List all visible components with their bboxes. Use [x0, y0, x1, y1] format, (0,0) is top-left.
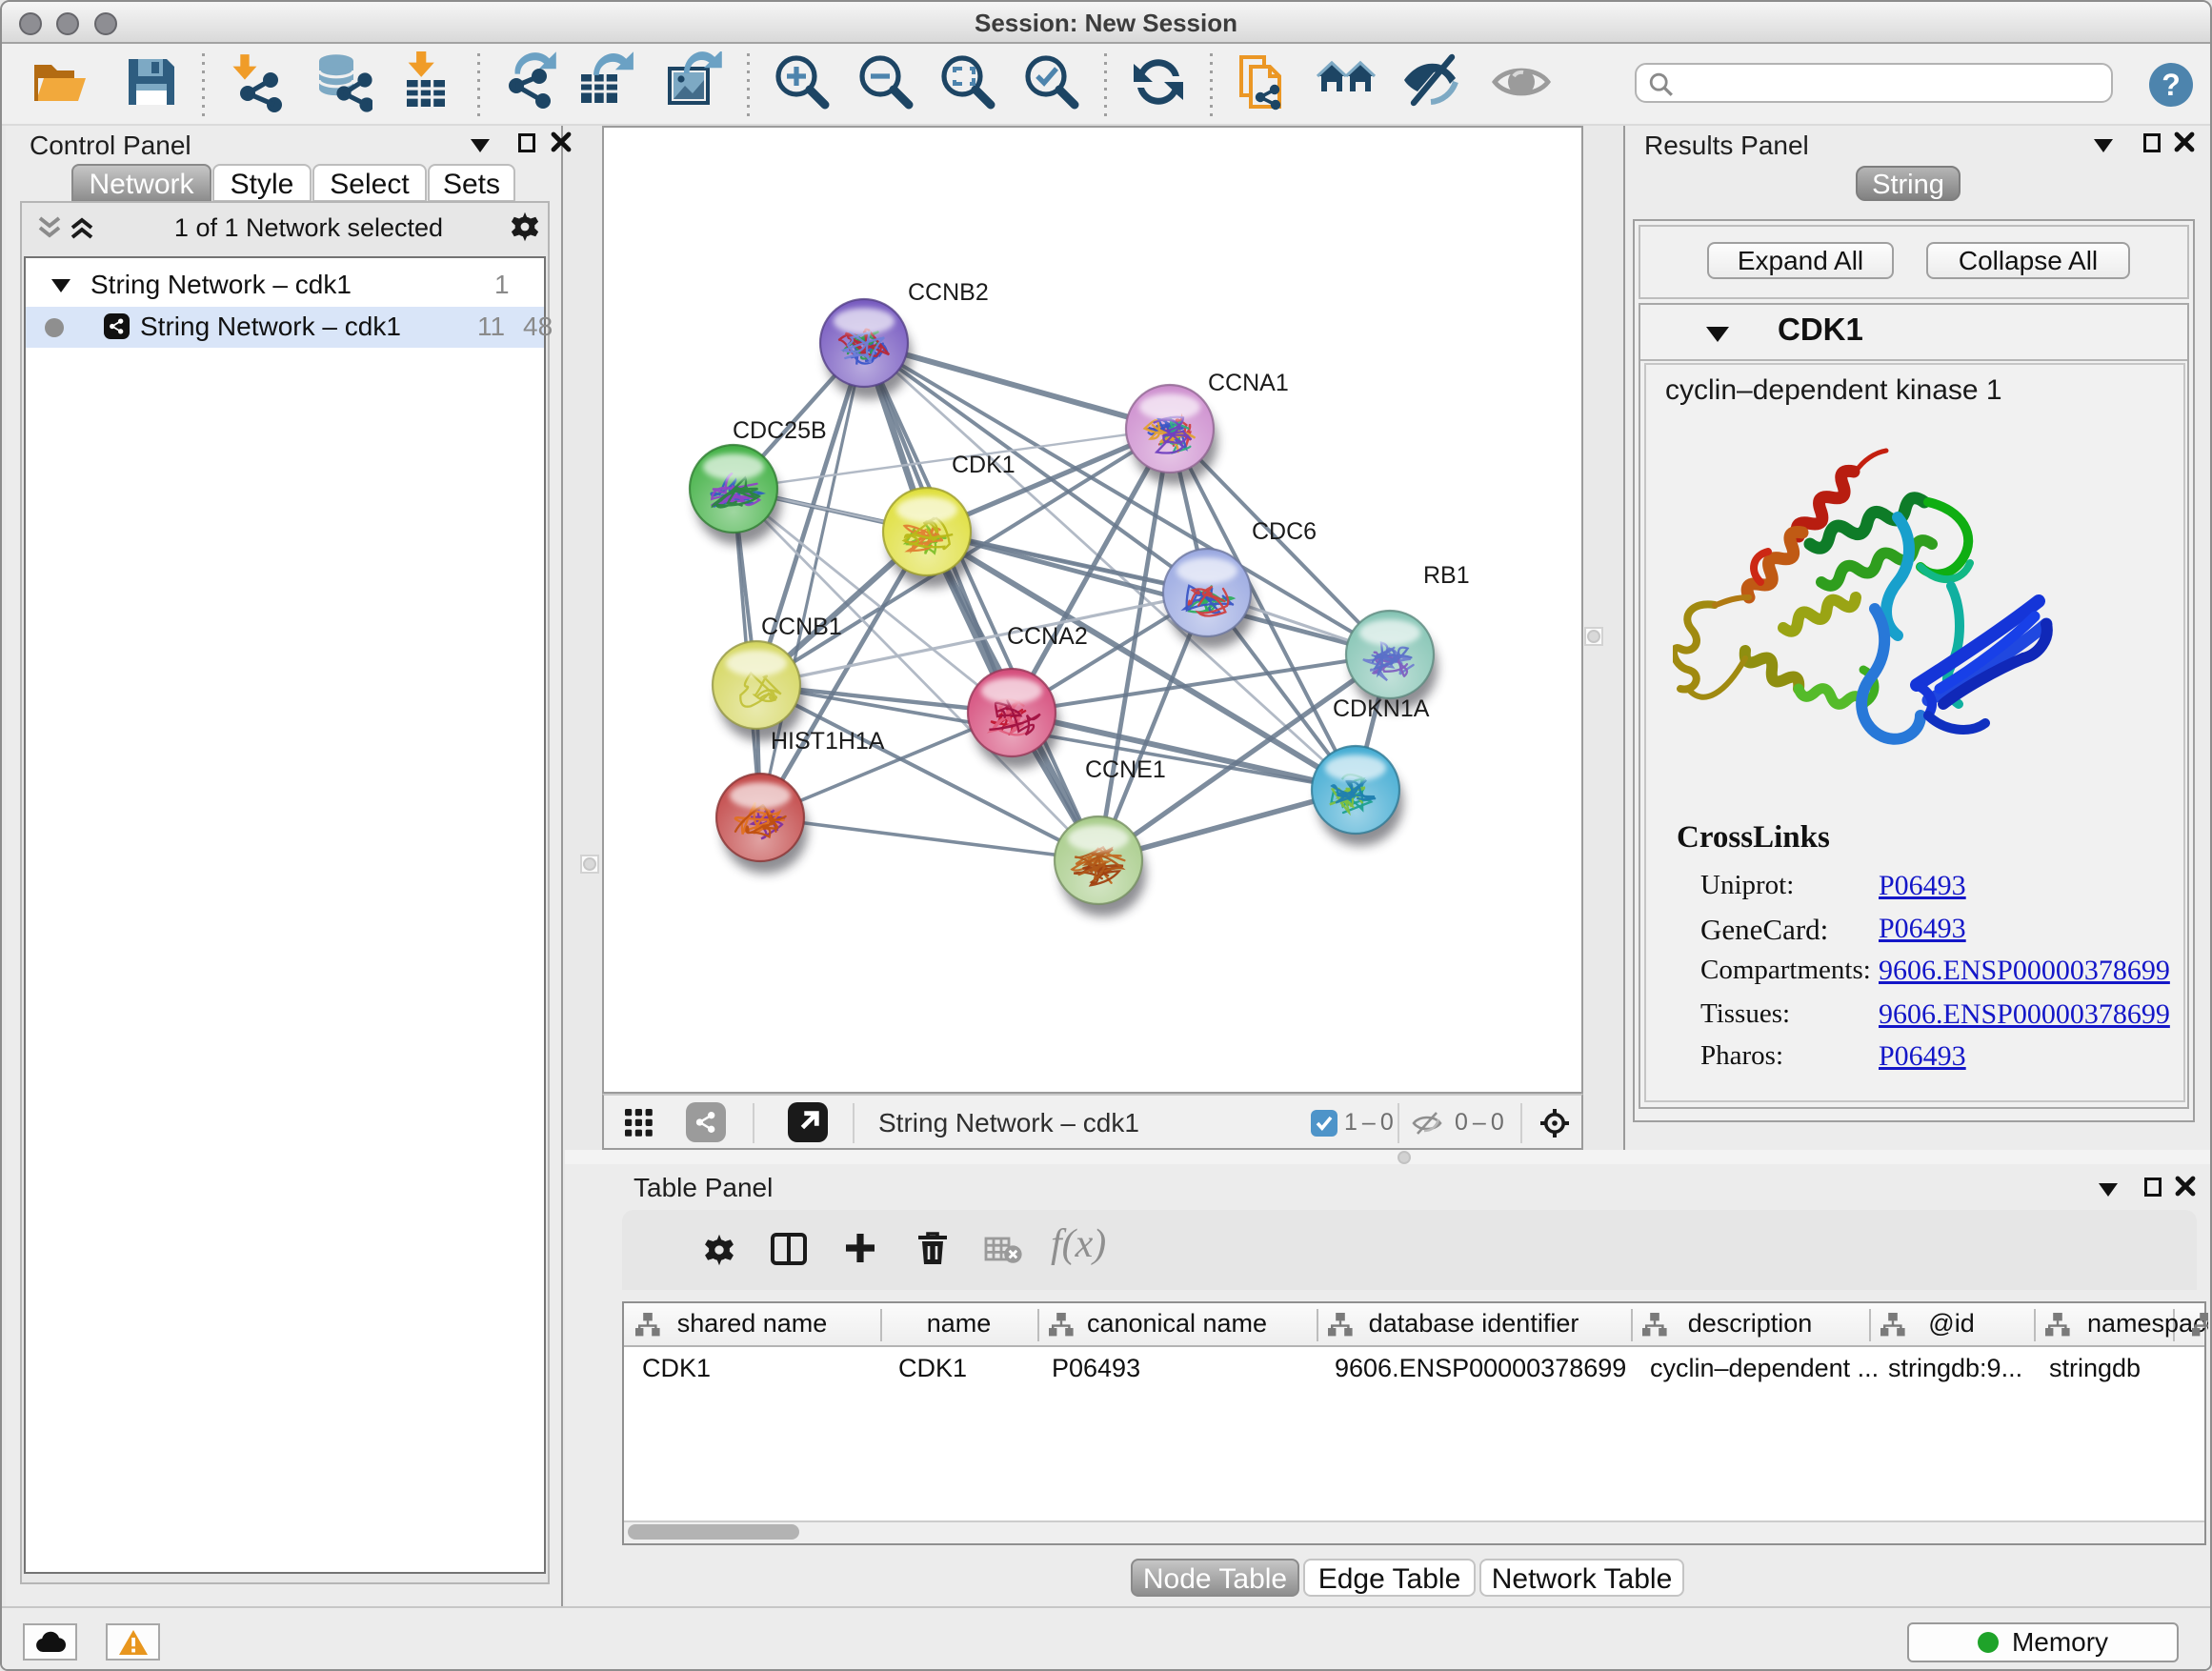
svg-text:CCNB1: CCNB1 — [761, 614, 842, 640]
svg-text:CDC6: CDC6 — [1252, 518, 1317, 545]
svg-text:CDKN1A: CDKN1A — [1333, 695, 1430, 722]
svg-text:RB1: RB1 — [1423, 562, 1470, 589]
svg-text:HIST1H1A: HIST1H1A — [771, 728, 885, 755]
svg-text:CCNE1: CCNE1 — [1085, 756, 1166, 783]
svg-text:CDK1: CDK1 — [952, 452, 1016, 478]
svg-text:CCNB2: CCNB2 — [908, 279, 989, 306]
svg-text:CCNA1: CCNA1 — [1208, 370, 1289, 396]
svg-text:CCNA2: CCNA2 — [1007, 623, 1088, 650]
svg-text:CDC25B: CDC25B — [733, 417, 827, 444]
